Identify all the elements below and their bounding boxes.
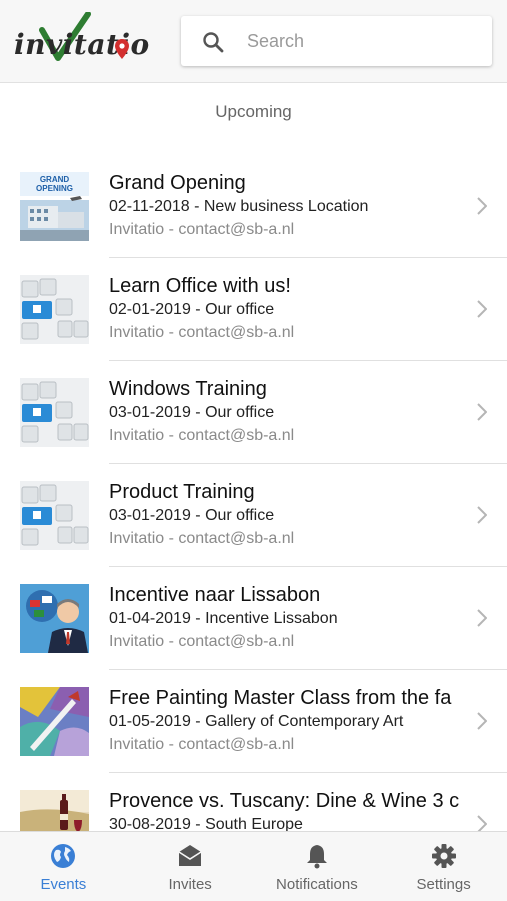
event-organizer: Invitatio - contact@sb-a.nl xyxy=(109,427,295,444)
event-date-location: 02-11-2018 - New business Location xyxy=(109,198,369,215)
bell-icon xyxy=(306,845,327,869)
event-thumbnail xyxy=(20,275,89,344)
nav-label-settings: Settings xyxy=(416,876,471,893)
event-date-location: 01-05-2019 - Gallery of Contemporary Art xyxy=(109,713,404,730)
nav-label-events: Events xyxy=(40,876,87,893)
gear-icon xyxy=(431,844,456,868)
nav-label-notifications: Notifications xyxy=(276,876,358,893)
list-item[interactable]: Learn Office with us! 02-01-2019 - Our o… xyxy=(0,258,507,361)
event-organizer: Invitatio - contact@sb-a.nl xyxy=(109,633,295,650)
event-organizer: Invitatio - contact@sb-a.nl xyxy=(109,736,295,753)
chevron-right-icon xyxy=(477,197,487,215)
event-thumbnail xyxy=(20,584,89,653)
event-title: Provence vs. Tuscany: Dine & Wine 3 c xyxy=(109,790,460,812)
chevron-right-icon xyxy=(477,712,487,730)
nav-notifications[interactable]: Notifications xyxy=(254,832,381,901)
event-title: Free Painting Master Class from the fa xyxy=(109,687,452,709)
list-item[interactable]: Provence vs. Tuscany: Dine & Wine 3 c 30… xyxy=(0,773,507,831)
event-title: Windows Training xyxy=(109,378,267,400)
event-thumbnail xyxy=(20,687,89,756)
search-box[interactable] xyxy=(181,16,492,66)
event-title: Product Training xyxy=(109,481,255,503)
search-input[interactable] xyxy=(247,16,477,66)
chevron-right-icon xyxy=(477,403,487,421)
svg-text:OPENING: OPENING xyxy=(36,184,73,193)
chevron-right-icon xyxy=(477,609,487,627)
chevron-right-icon xyxy=(477,506,487,524)
list-item[interactable]: Free Painting Master Class from the fa 0… xyxy=(0,670,507,773)
chevron-right-icon xyxy=(477,815,487,831)
nav-invites[interactable]: Invites xyxy=(127,832,254,901)
event-date-location: 03-01-2019 - Our office xyxy=(109,507,275,524)
event-organizer: Invitatio - contact@sb-a.nl xyxy=(109,221,295,238)
grand-opening-thumb-text: GRAND xyxy=(40,175,70,184)
event-date-location: 03-01-2019 - Our office xyxy=(109,404,275,421)
nav-events[interactable]: Events xyxy=(0,832,127,901)
event-title: Incentive naar Lissabon xyxy=(109,584,321,606)
nav-settings[interactable]: Settings xyxy=(380,832,507,901)
nav-label-invites: Invites xyxy=(168,876,212,893)
bottom-navigation: Events Invites Notifications Settings xyxy=(0,831,507,901)
location-pin-icon xyxy=(115,39,129,59)
list-item[interactable]: GRAND OPENING Grand Opening 02-11-2018 -… xyxy=(0,155,507,258)
list-item[interactable]: Incentive naar Lissabon 01-04-2019 - Inc… xyxy=(0,567,507,670)
event-list[interactable]: GRAND OPENING Grand Opening 02-11-2018 -… xyxy=(0,155,507,831)
chevron-right-icon xyxy=(477,300,487,318)
event-title: Grand Opening xyxy=(109,172,246,194)
event-thumbnail xyxy=(20,790,89,831)
event-organizer: Invitatio - contact@sb-a.nl xyxy=(109,530,295,547)
event-date-location: 01-04-2019 - Incentive Lissabon xyxy=(109,610,338,627)
event-thumbnail: GRAND OPENING xyxy=(20,172,89,241)
event-date-location: 30-08-2019 - South Europe xyxy=(109,816,303,831)
event-thumbnail xyxy=(20,481,89,550)
event-thumbnail xyxy=(20,378,89,447)
event-date-location: 02-01-2019 - Our office xyxy=(109,301,275,318)
app-logo[interactable]: invitatio xyxy=(14,12,166,70)
globe-icon xyxy=(51,844,76,868)
app-header: invitatio xyxy=(0,0,507,83)
list-item[interactable]: Windows Training 03-01-2019 - Our office… xyxy=(0,361,507,464)
list-item[interactable]: Product Training 03-01-2019 - Our office… xyxy=(0,464,507,567)
section-title: Upcoming xyxy=(215,102,292,121)
event-organizer: Invitatio - contact@sb-a.nl xyxy=(109,324,295,341)
search-icon xyxy=(203,32,224,53)
event-title: Learn Office with us! xyxy=(109,275,291,297)
envelope-icon xyxy=(178,845,202,866)
